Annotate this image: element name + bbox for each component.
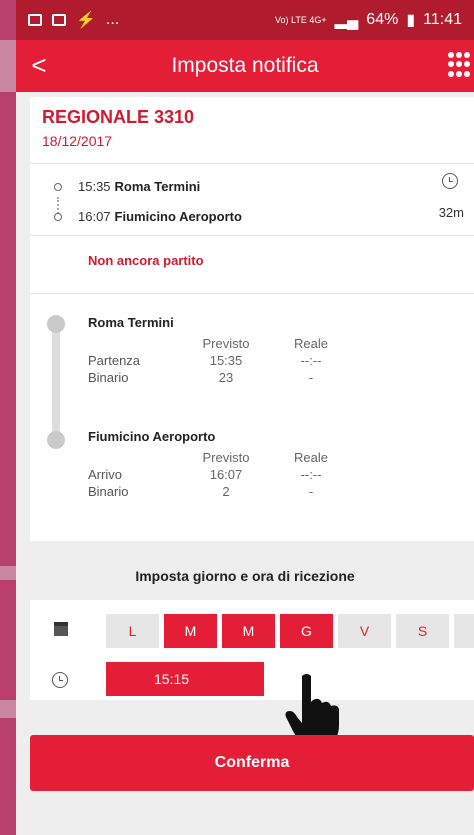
train-date: 18/12/2017 [42,133,113,149]
planned-arrival: 16:07 [209,467,243,482]
train-status: Non ancora partito [88,253,204,268]
divider [30,163,474,164]
signal-text: Vo) LTE 4G+ [275,15,327,25]
clock-icon [52,672,68,688]
day-toggle-saturday[interactable]: S [396,614,449,648]
day-toggle-sunday[interactable]: D [454,614,474,648]
day-selector: L M M G V S D [106,614,474,648]
app-bar: < Imposta notifica [16,40,474,92]
back-button[interactable]: < [24,50,54,80]
train-card: REGIONALE 3310 18/12/2017 15:35 Roma Ter… [30,97,474,541]
departure-dot-icon [54,182,62,191]
train-name: REGIONALE 3310 [42,107,195,127]
destination-station: Fiumicino Aeroporto [88,429,216,444]
divider [30,235,474,236]
actual-platform: - [308,370,314,385]
timeline-bar [52,319,60,441]
arrival-row: 16:07 Fiumicino Aeroporto [30,209,242,224]
timeline-destination-node [47,431,65,449]
battery-icon: ▮ [406,12,416,29]
day-toggle-thursday[interactable]: G [280,614,333,648]
day-toggle-monday[interactable]: L [106,614,159,648]
calendar-icon [54,622,68,636]
page-title: Imposta notifica [171,54,319,77]
planned-platform: 2 [222,484,230,499]
background-deco-band [0,566,16,580]
schedule-title: Imposta giorno e ora di ricezione [135,568,355,584]
departure-station: Roma Termini [114,179,201,194]
planned-platform: 23 [218,370,234,385]
col-actual-header: Reale [294,336,328,351]
status-bar: ⚡ ... Vo) LTE 4G+ ▂▄ 64% ▮ 11:41 [16,0,474,40]
usb-icon: ⚡ [76,12,96,29]
signal-icon: ▂▄ [334,12,359,29]
clock-icon [442,173,458,189]
confirm-button[interactable]: Conferma [30,735,474,791]
divider [30,293,474,294]
more-notifications: ... [105,11,120,28]
trip-duration: 32m [438,205,464,220]
day-toggle-wednesday[interactable]: M [222,614,275,648]
departure-time: 15:35 [78,179,111,194]
actual-arrival: --:-- [300,467,322,482]
day-toggle-tuesday[interactable]: M [164,614,217,648]
col-planned-header: Previsto [202,336,250,351]
arrival-station: Fiumicino Aeroporto [114,209,242,224]
origin-station: Roma Termini [88,315,174,330]
schedule-card: L M M G V S D 15:15 [30,600,474,700]
battery-percent: 64% [366,11,399,28]
actual-departure: --:-- [300,353,322,368]
arrival-dot-icon [54,212,62,221]
arrival-label: Arrivo [88,467,122,482]
notification-icon [28,14,42,26]
time-picker[interactable]: 15:15 [106,662,264,696]
platform-label: Binario [88,370,129,385]
day-toggle-friday[interactable]: V [338,614,391,648]
clock-time: 11:41 [423,11,462,28]
col-planned-header: Previsto [202,450,250,465]
timeline-origin-node [47,315,65,333]
background-deco-band [0,700,16,718]
image-icon [52,14,66,26]
menu-grid-icon[interactable] [448,52,470,78]
platform-label: Binario [88,484,129,499]
arrival-time: 16:07 [78,209,111,224]
col-actual-header: Reale [294,450,328,465]
planned-departure: 15:35 [209,353,243,368]
actual-platform: - [308,484,314,499]
background-deco-band [0,40,16,92]
phone-screen: ⚡ ... Vo) LTE 4G+ ▂▄ 64% ▮ 11:41 < Impos… [16,0,474,835]
departure-row: 15:35 Roma Termini [30,179,200,194]
departure-label: Partenza [88,353,141,368]
